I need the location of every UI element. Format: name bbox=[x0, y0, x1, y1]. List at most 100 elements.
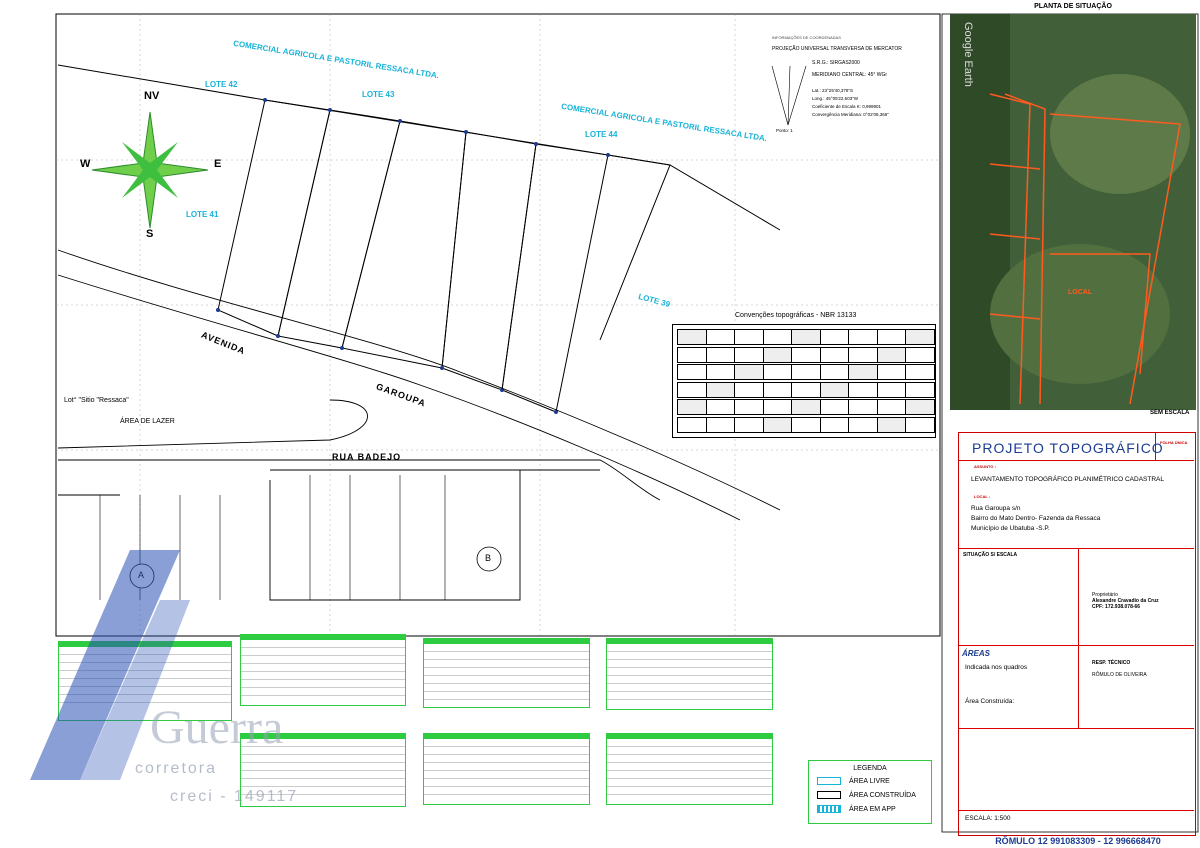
coords-ponto: Ponto: 1 bbox=[776, 128, 793, 133]
area-lazer-label: ÁREA DE LAZER bbox=[120, 418, 175, 425]
table-row bbox=[424, 668, 589, 676]
assunto-label: ASSUNTO : bbox=[974, 464, 996, 469]
table-row bbox=[607, 739, 772, 747]
table-row bbox=[424, 747, 589, 755]
convention-symbol bbox=[677, 346, 707, 363]
footer-contact: RÔMULO 12 991083309 - 12 996668470 bbox=[995, 836, 1161, 846]
convention-symbol bbox=[905, 329, 935, 345]
table-row bbox=[424, 644, 589, 652]
road-label: RUA BADEJO bbox=[332, 452, 402, 462]
local-label: LOCAL : bbox=[974, 494, 991, 499]
escala-label: ESCALA: 1:500 bbox=[965, 815, 1011, 822]
situation-title: PLANTA DE SITUAÇÃO bbox=[1034, 3, 1112, 10]
watermark-line2: creci - 149117 bbox=[170, 788, 299, 805]
convention-symbol bbox=[762, 381, 793, 398]
table-row bbox=[241, 656, 405, 664]
table-row bbox=[241, 640, 405, 648]
lot-sitio-label: Lot° "Sitio "Ressaca" bbox=[64, 397, 129, 404]
convention-symbol bbox=[876, 399, 907, 415]
title-block bbox=[958, 432, 1196, 836]
convention-symbol bbox=[819, 329, 850, 345]
coords-scale: Coeficiente de Escala K: 0,999901 bbox=[812, 104, 882, 109]
convention-symbol bbox=[819, 381, 850, 398]
convention-symbol bbox=[677, 399, 707, 415]
convention-symbol bbox=[705, 399, 736, 415]
convention-symbol bbox=[876, 329, 907, 345]
table-row bbox=[424, 660, 589, 668]
google-earth-label: Google Earth bbox=[962, 22, 974, 87]
table-row bbox=[607, 644, 772, 652]
convention-symbol bbox=[762, 329, 793, 345]
convention-symbol bbox=[876, 346, 907, 363]
table-row bbox=[241, 771, 405, 779]
table-row bbox=[607, 771, 772, 779]
table-row bbox=[607, 763, 772, 771]
convention-symbol bbox=[762, 346, 793, 363]
table-row bbox=[424, 676, 589, 684]
convention-symbol bbox=[819, 416, 850, 433]
convention-symbol bbox=[848, 416, 878, 433]
table-row bbox=[241, 680, 405, 688]
watermark-line1: corretora bbox=[135, 760, 218, 777]
table-row bbox=[607, 747, 772, 755]
table-row bbox=[424, 684, 589, 692]
area-table bbox=[423, 733, 590, 805]
table-row bbox=[607, 787, 772, 795]
legend: LEGENDA ÁREA LIVRE ÁREA CONSTRUÍDA ÁREA … bbox=[808, 760, 932, 824]
coords-heading: INFORMAÇÕES DE COORDENADAS bbox=[772, 35, 841, 40]
convention-symbol bbox=[791, 364, 821, 380]
compass-north: NV bbox=[144, 90, 160, 102]
convention-symbol bbox=[848, 381, 878, 398]
table-row bbox=[241, 755, 405, 763]
convention-symbol bbox=[905, 364, 935, 380]
convention-symbol bbox=[905, 381, 935, 398]
convention-symbol bbox=[734, 364, 764, 380]
section-b-label: B bbox=[485, 553, 492, 563]
convention-symbol bbox=[762, 416, 793, 433]
table-row bbox=[607, 652, 772, 660]
local-line: Município de Ubatuba -S.P. bbox=[971, 525, 1050, 532]
table-row bbox=[424, 755, 589, 763]
convention-symbol bbox=[705, 364, 736, 380]
table-row bbox=[424, 763, 589, 771]
area-table bbox=[240, 634, 406, 706]
local-line: Rua Garoupa s/n bbox=[971, 505, 1021, 512]
coords-long: Long.: 45°05'22,603"W bbox=[812, 96, 859, 101]
conventions-title: Convenções topográficas - NBR 13133 bbox=[735, 312, 857, 319]
convention-symbol bbox=[791, 416, 821, 433]
area-table bbox=[606, 638, 773, 710]
lote-label: LOTE 41 bbox=[186, 210, 219, 219]
convention-symbol bbox=[734, 381, 764, 398]
legend-item: ÁREA EM APP bbox=[817, 805, 896, 813]
convention-symbol bbox=[819, 346, 850, 363]
convention-symbol bbox=[791, 329, 821, 345]
coords-convergence: Convergência Meridiana: 0°02'08,366" bbox=[812, 112, 889, 117]
convention-symbol bbox=[905, 346, 935, 363]
table-row bbox=[424, 787, 589, 795]
convention-symbol bbox=[734, 346, 764, 363]
assunto-text: LEVANTAMENTO TOPOGRÁFICO PLANIMÉTRICO CA… bbox=[971, 476, 1164, 483]
area-construida-label: Área Construída: bbox=[965, 698, 1015, 705]
convention-symbol bbox=[677, 364, 707, 380]
local-map-label: LOCAL bbox=[1068, 289, 1093, 296]
table-row bbox=[241, 763, 405, 771]
coords-meridian: MERIDIANO CENTRAL: 45° WGr bbox=[812, 72, 888, 78]
table-row bbox=[607, 779, 772, 787]
convention-symbol bbox=[762, 399, 793, 415]
area-table bbox=[606, 733, 773, 805]
lote-label: LOTE 43 bbox=[362, 90, 395, 99]
convention-symbol bbox=[734, 329, 764, 345]
resp-name: RÔMULO DE OLIVEIRA bbox=[1092, 672, 1147, 678]
table-row bbox=[241, 648, 405, 656]
table-row bbox=[424, 779, 589, 787]
convention-symbol bbox=[848, 399, 878, 415]
convention-symbol bbox=[734, 416, 764, 433]
area-table bbox=[423, 638, 590, 708]
convention-symbol bbox=[677, 381, 707, 398]
table-row bbox=[607, 660, 772, 668]
table-row bbox=[241, 672, 405, 680]
convention-symbol bbox=[819, 364, 850, 380]
sem-escala-label: SEM ESCALA bbox=[1150, 410, 1190, 416]
areas-label: ÁREAS bbox=[962, 649, 991, 658]
convention-symbol bbox=[791, 399, 821, 415]
